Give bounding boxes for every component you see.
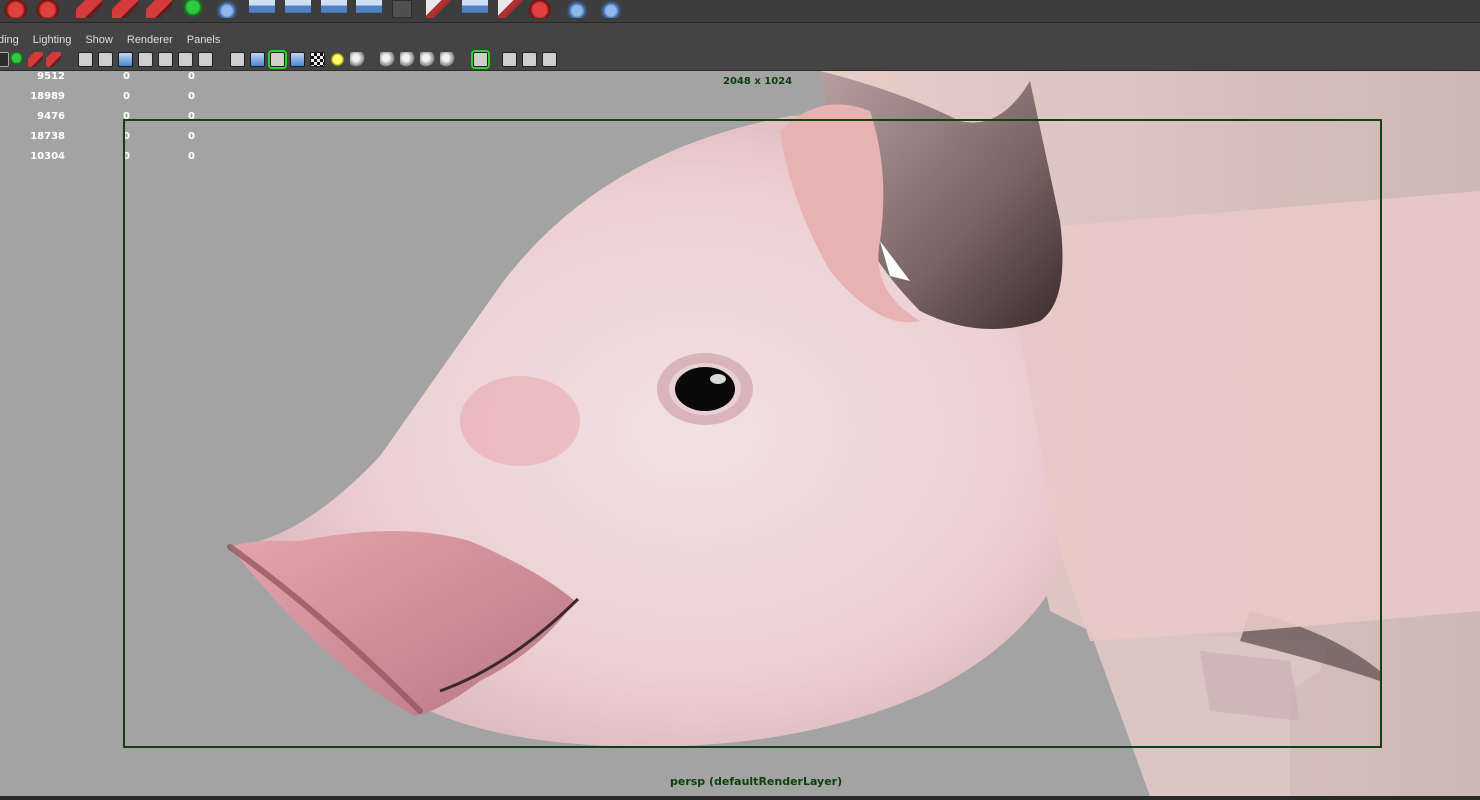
hud-value: 9476 xyxy=(37,111,65,122)
hud-row-verts: 9512 0 0 xyxy=(0,71,210,85)
cluster-icon-2[interactable] xyxy=(285,0,311,18)
hud-value: 10304 xyxy=(30,151,65,162)
cluster-icon-4[interactable] xyxy=(356,0,382,18)
safe-title-icon[interactable] xyxy=(178,52,193,67)
menu-lighting[interactable]: Lighting xyxy=(33,34,72,46)
safe-action-icon[interactable] xyxy=(158,52,173,67)
resolution-gate-icon[interactable] xyxy=(98,52,113,67)
hud-row-tris: 18738 0 0 xyxy=(0,131,210,145)
shelf-toolbar xyxy=(0,0,1480,23)
film-gate-icon[interactable] xyxy=(78,52,93,67)
hud-value: 0 xyxy=(123,91,130,102)
anti-aliasing-icon[interactable] xyxy=(420,52,435,67)
grid-icon[interactable] xyxy=(46,52,61,67)
cube-copy-icon[interactable] xyxy=(426,0,452,18)
gate-mask-icon[interactable] xyxy=(118,52,133,67)
red-brush-icon[interactable] xyxy=(112,0,138,18)
hud-value: 0 xyxy=(188,111,195,122)
ambient-occlusion-icon[interactable] xyxy=(380,52,395,67)
cluster-icon-3[interactable] xyxy=(321,0,347,18)
smooth-shade-icon[interactable] xyxy=(250,52,265,67)
hud-value: 0 xyxy=(123,111,130,122)
menu-panels[interactable]: Panels xyxy=(187,34,221,46)
cube-copy-icon-2[interactable] xyxy=(462,0,488,18)
red-curve-icon[interactable] xyxy=(4,0,30,18)
hud-value: 0 xyxy=(188,131,195,142)
red-stroke-icon[interactable] xyxy=(76,0,102,18)
no-render-icon[interactable] xyxy=(528,0,554,18)
viewport-bottom-border xyxy=(0,796,1480,800)
bookmark-icon[interactable] xyxy=(28,52,43,67)
hud-value: 0 xyxy=(123,151,130,162)
flat-shade-icon[interactable] xyxy=(290,52,305,67)
xray-icon[interactable] xyxy=(502,52,517,67)
resolution-label: 2048 x 1024 xyxy=(723,76,793,87)
cube-copy-icon-3[interactable] xyxy=(498,0,524,18)
wireframe-icon[interactable] xyxy=(230,52,245,67)
isolate-select-icon[interactable] xyxy=(471,50,490,69)
red-paint-icon[interactable] xyxy=(36,0,62,18)
hud-row-edges: 18989 0 0 xyxy=(0,91,210,105)
hud-value: 18738 xyxy=(30,131,65,142)
ik-tool-icon[interactable] xyxy=(598,0,624,18)
hud-value: 0 xyxy=(188,151,195,162)
panel-menu-bar: ding Lighting Show Renderer Panels xyxy=(0,30,1480,50)
joint-tool-icon[interactable] xyxy=(564,0,590,18)
text-icon[interactable] xyxy=(198,52,213,67)
viewport-panel[interactable]: 9512 0 0 18989 0 0 9476 0 0 18738 0 0 10… xyxy=(0,71,1480,796)
wireframe-on-shaded-icon[interactable] xyxy=(268,50,287,69)
image-plane-icon[interactable] xyxy=(9,52,24,67)
hud-value: 18989 xyxy=(30,91,65,102)
hud-value: 0 xyxy=(123,71,130,82)
hud-value: 0 xyxy=(188,91,195,102)
xray-components-icon[interactable] xyxy=(542,52,557,67)
motion-blur-icon[interactable] xyxy=(400,52,415,67)
hud-value: 9512 xyxy=(37,71,65,82)
shadows-icon[interactable] xyxy=(350,52,365,67)
hud-value: 0 xyxy=(123,131,130,142)
menu-renderer[interactable]: Renderer xyxy=(127,34,173,46)
hud-row-uvs: 10304 0 0 xyxy=(0,151,210,165)
field-chart-icon[interactable] xyxy=(138,52,153,67)
sphere-cut-icon[interactable] xyxy=(214,0,240,18)
menu-shading[interactable]: ding xyxy=(0,34,19,46)
node-graph-icon[interactable] xyxy=(392,0,412,18)
red-arrow-icon[interactable] xyxy=(146,0,172,18)
camera-attribute-icon[interactable] xyxy=(0,52,9,67)
cluster-icon[interactable] xyxy=(249,0,275,18)
menu-show[interactable]: Show xyxy=(85,34,113,46)
green-vertex-icon[interactable] xyxy=(180,0,206,18)
use-all-lights-icon[interactable] xyxy=(330,52,345,67)
camera-label: persp (defaultRenderLayer) xyxy=(670,775,843,788)
depth-of-field-icon[interactable] xyxy=(440,52,455,67)
pig-model[interactable] xyxy=(0,71,1480,796)
hud-value: 0 xyxy=(188,71,195,82)
panel-toolbar xyxy=(0,50,1480,71)
xray-joints-icon[interactable] xyxy=(522,52,537,67)
textured-icon[interactable] xyxy=(310,52,325,67)
hud-row-faces: 9476 0 0 xyxy=(0,111,210,125)
